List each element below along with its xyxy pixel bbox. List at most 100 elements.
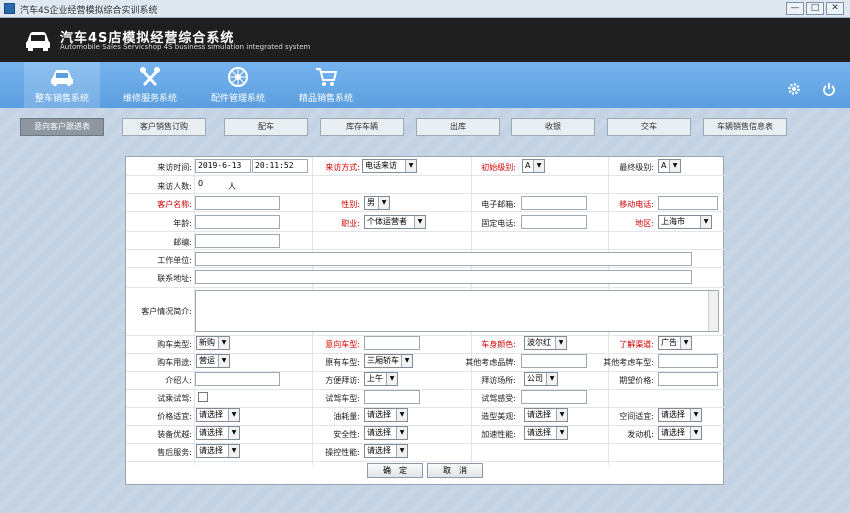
channel-label: 了解渠道:	[619, 340, 654, 349]
profile-textarea[interactable]	[195, 290, 719, 332]
introducer-field[interactable]	[195, 372, 280, 386]
engine-select[interactable]: 请选择 ▼	[658, 426, 702, 440]
chevron-down-icon: ▼	[396, 427, 407, 439]
app-header: 汽车4S店模拟经营综合系统 Automobile Sales Servicsho…	[0, 18, 850, 62]
customer-name-field[interactable]	[195, 196, 280, 210]
subtab-intent-customer[interactable]: 意向客户跟进表	[20, 118, 104, 136]
postcode-field[interactable]	[195, 234, 280, 248]
price-fit-select[interactable]: 请选择 ▼	[196, 408, 240, 422]
confirm-button[interactable]: 确 定	[367, 463, 423, 478]
visit-method-select[interactable]: 电话来访 ▼	[362, 159, 417, 173]
wrench-icon	[140, 67, 160, 86]
chevron-down-icon: ▼	[556, 427, 567, 439]
chevron-down-icon: ▼	[533, 160, 544, 172]
chevron-down-icon: ▼	[218, 355, 229, 367]
expected-price-label: 期望价格:	[619, 376, 654, 385]
profile-scrollbar[interactable]	[708, 291, 718, 331]
maximize-button[interactable]: □	[806, 2, 824, 15]
visit-time-label: 来访时间:	[157, 163, 192, 172]
module-parts-management[interactable]: 配件管理系统	[200, 62, 276, 108]
test-model-label: 试驾车型:	[325, 394, 360, 403]
chevron-down-icon: ▼	[690, 427, 701, 439]
workplace-field[interactable]	[195, 252, 692, 266]
introducer-label: 介绍人:	[165, 376, 192, 385]
module-nav: 整车销售系统 维修服务系统 配件管理系统 精品销售系统	[0, 62, 850, 108]
profile-label: 客户情况简介:	[141, 307, 192, 316]
chevron-down-icon: ▼	[680, 337, 691, 349]
chevron-down-icon: ▼	[556, 409, 567, 421]
test-model-field[interactable]	[364, 390, 420, 404]
test-feel-field[interactable]	[521, 390, 587, 404]
subtab-outbound[interactable]: 出库	[416, 118, 500, 136]
gear-icon[interactable]	[787, 82, 801, 96]
occupation-label: 职业:	[341, 219, 360, 228]
power-icon[interactable]	[822, 82, 836, 96]
channel-select[interactable]: 广告 ▼	[658, 336, 692, 350]
occupation-select[interactable]: 个体运营者 ▼	[364, 215, 426, 229]
subtab-delivery[interactable]: 交车	[607, 118, 691, 136]
mobile-field[interactable]	[658, 196, 718, 210]
visit-date-field[interactable]: 2019-6-13	[195, 159, 251, 173]
visitors-unit: 人	[228, 182, 236, 191]
region-label: 地区:	[635, 219, 654, 228]
module-vehicle-sales[interactable]: 整车销售系统	[24, 62, 100, 108]
mobile-label: 移动电话:	[619, 200, 654, 209]
chevron-down-icon: ▼	[396, 409, 407, 421]
after-sales-select[interactable]: 请选择 ▼	[196, 444, 240, 458]
subtab-vehicle-allocation[interactable]: 配车	[224, 118, 308, 136]
fuel-select[interactable]: 请选择 ▼	[364, 408, 408, 422]
chevron-down-icon: ▼	[700, 216, 711, 228]
subtab-cashier[interactable]: 收银	[511, 118, 595, 136]
handling-select[interactable]: 请选择 ▼	[364, 444, 408, 458]
styling-select[interactable]: 请选择 ▼	[524, 408, 568, 422]
region-select[interactable]: 上海市 ▼	[658, 215, 712, 229]
intended-model-field[interactable]	[364, 336, 420, 350]
subtab-sales-info[interactable]: 车辆销售信息表	[703, 118, 787, 136]
styling-label: 造型美观:	[481, 412, 516, 421]
module-boutique-sales[interactable]: 精品销售系统	[288, 62, 364, 108]
chevron-down-icon: ▼	[378, 197, 389, 209]
age-field[interactable]	[195, 215, 280, 229]
final-level-select[interactable]: A ▼	[658, 159, 681, 173]
landline-field[interactable]	[521, 215, 587, 229]
convenient-visit-select[interactable]: 上午 ▼	[364, 372, 398, 386]
subtab-sales-order[interactable]: 客户销售订购	[122, 118, 206, 136]
cart-icon	[316, 68, 338, 86]
other-model-field[interactable]	[658, 354, 718, 368]
gender-select[interactable]: 男 ▼	[364, 196, 390, 210]
address-label: 联系地址:	[157, 274, 192, 283]
expected-price-field[interactable]	[658, 372, 718, 386]
space-select[interactable]: 请选择 ▼	[658, 408, 702, 422]
purchase-type-select[interactable]: 新购 ▼	[196, 336, 230, 350]
visit-method-label: 来访方式:	[325, 163, 360, 172]
other-brand-label: 其他考虑品牌:	[465, 358, 516, 367]
chevron-down-icon: ▼	[386, 373, 397, 385]
close-button[interactable]: ✕	[826, 2, 844, 15]
visitors-value[interactable]: 0	[198, 179, 203, 188]
module-label: 维修服务系统	[122, 94, 177, 104]
safety-select[interactable]: 请选择 ▼	[364, 426, 408, 440]
workplace-label: 工作单位:	[157, 256, 192, 265]
email-field[interactable]	[521, 196, 587, 210]
purchase-type-label: 购车类型:	[157, 340, 192, 349]
equipment-select[interactable]: 请选择 ▼	[196, 426, 240, 440]
module-repair-service[interactable]: 维修服务系统	[112, 62, 188, 108]
accel-select[interactable]: 请选择 ▼	[524, 426, 568, 440]
visit-place-select[interactable]: 公司 ▼	[524, 372, 558, 386]
cancel-button[interactable]: 取 消	[427, 463, 483, 478]
module-label: 整车销售系统	[34, 94, 89, 104]
test-drive-checkbox[interactable]	[198, 392, 208, 402]
minimize-button[interactable]: —	[786, 2, 804, 15]
purpose-label: 购车用途:	[157, 358, 192, 367]
chevron-down-icon: ▼	[228, 409, 239, 421]
price-fit-label: 价格适宜:	[157, 412, 192, 421]
engine-label: 发动机:	[627, 430, 654, 439]
initial-level-select[interactable]: A ▼	[522, 159, 545, 173]
visitors-label: 来访人数:	[157, 182, 192, 191]
address-field[interactable]	[195, 270, 692, 284]
body-color-select[interactable]: 波尔红 ▼	[524, 336, 567, 350]
purpose-select[interactable]: 营运 ▼	[196, 354, 230, 368]
other-brand-field[interactable]	[521, 354, 587, 368]
owned-model-select[interactable]: 三厢轿车 ▼	[364, 354, 413, 368]
subtab-inventory[interactable]: 库存车辆	[320, 118, 404, 136]
